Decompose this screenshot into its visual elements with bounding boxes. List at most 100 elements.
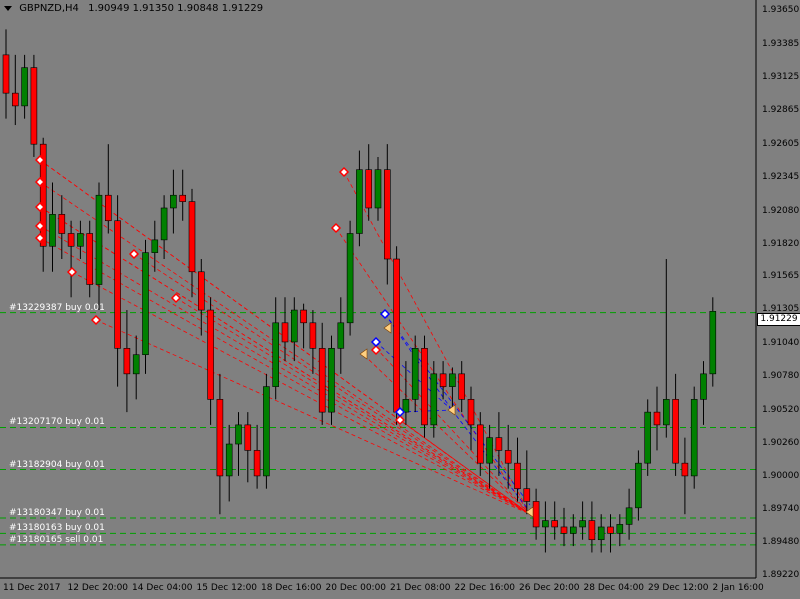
price-tick-label: 1.91040 bbox=[762, 338, 800, 349]
price-tick-label: 1.93125 bbox=[762, 72, 800, 83]
time-tick-label: 15 Dec 12:00 bbox=[196, 583, 258, 593]
trade-arrow-marker bbox=[383, 322, 392, 334]
bear-candle bbox=[281, 322, 289, 343]
price-tick-label: 1.91820 bbox=[762, 238, 800, 249]
price-tick-label: 1.92345 bbox=[762, 171, 800, 182]
time-tick-label: 12 Dec 20:00 bbox=[67, 583, 129, 593]
trade-marker-red bbox=[338, 166, 350, 178]
chart-menu-triangle-icon[interactable] bbox=[4, 5, 12, 11]
price-tick-label: 1.92865 bbox=[762, 105, 800, 116]
bear-candle bbox=[383, 169, 391, 260]
bull-candle bbox=[225, 443, 233, 477]
price-tick-label: 1.93650 bbox=[762, 5, 800, 16]
bull-candle bbox=[569, 526, 577, 534]
price-tick-label: 1.91565 bbox=[762, 271, 800, 282]
bull-candle bbox=[449, 373, 456, 387]
price-chart[interactable] bbox=[0, 0, 800, 599]
bear-candle bbox=[309, 322, 317, 349]
bear-candle bbox=[123, 348, 131, 375]
symbol-timeframe: GBPNZD,H4 bbox=[19, 3, 79, 14]
bear-candle bbox=[300, 309, 307, 324]
bull-candle bbox=[709, 311, 717, 375]
chart-header[interactable]: GBPNZD,H4 1.90949 1.91350 1.90848 1.9122… bbox=[4, 3, 263, 14]
bull-candle bbox=[411, 348, 419, 400]
price-axis[interactable]: 1.93650 1.93385 1.93125 1.92865 1.92605 1.923… bbox=[756, 0, 800, 580]
price-tick-label: 1.89480 bbox=[762, 537, 800, 548]
time-tick-label: 28 Dec 04:00 bbox=[583, 583, 645, 593]
bear-candle bbox=[86, 233, 93, 285]
bull-candle bbox=[374, 169, 382, 209]
bull-candle bbox=[700, 373, 707, 400]
bull-candle bbox=[542, 520, 549, 528]
trade-marker-blue bbox=[379, 308, 391, 320]
bear-candle bbox=[179, 194, 186, 202]
bear-candle bbox=[188, 201, 196, 273]
current-price-label: 1.91229 bbox=[757, 313, 800, 327]
ohlc-values: 1.90949 1.91350 1.90848 1.91229 bbox=[88, 3, 264, 14]
bull-candle bbox=[170, 194, 177, 209]
bear-candle bbox=[523, 488, 531, 502]
time-tick-label: 22 Dec 16:00 bbox=[454, 583, 516, 593]
bear-candle bbox=[207, 309, 214, 400]
price-tick-label: 1.92080 bbox=[762, 205, 800, 216]
price-tick-label: 1.90260 bbox=[762, 437, 800, 448]
bear-candle bbox=[318, 348, 326, 413]
bull-candle bbox=[579, 520, 586, 528]
bear-candle bbox=[67, 233, 75, 247]
bear-candle bbox=[560, 526, 568, 534]
trade-marker-red bbox=[170, 292, 182, 304]
order-label: #13180347 buy 0.01 bbox=[9, 508, 105, 519]
bear-candle bbox=[476, 424, 484, 464]
bear-candle bbox=[114, 220, 121, 349]
bear-candle bbox=[672, 399, 679, 464]
bull-candle bbox=[662, 399, 670, 426]
bear-candle bbox=[514, 462, 521, 489]
bull-candle bbox=[328, 348, 335, 413]
price-tick-label: 1.90780 bbox=[762, 371, 800, 382]
time-tick-label: 14 Dec 04:00 bbox=[132, 583, 193, 593]
bull-candle bbox=[346, 233, 354, 324]
order-label: #13207170 buy 0.01 bbox=[9, 417, 105, 428]
bear-candle bbox=[653, 411, 661, 426]
bear-candle bbox=[607, 526, 614, 534]
bear-candle bbox=[551, 520, 559, 528]
time-tick-label: 18 Dec 16:00 bbox=[261, 583, 322, 593]
bull-candle bbox=[235, 424, 242, 445]
bull-candle bbox=[151, 239, 159, 253]
bear-candle bbox=[198, 271, 205, 311]
bull-candle bbox=[77, 233, 84, 247]
time-tick-label: 21 Dec 08:00 bbox=[390, 583, 451, 593]
bull-candle bbox=[272, 322, 280, 387]
bull-candle bbox=[486, 437, 493, 464]
bull-candle bbox=[160, 207, 168, 241]
bull-candle bbox=[430, 373, 438, 426]
trade-marker-red bbox=[128, 248, 140, 260]
trade-line bbox=[39, 225, 531, 515]
bull-candle bbox=[132, 354, 140, 375]
bear-candle bbox=[12, 92, 19, 107]
price-tick-label: 1.92605 bbox=[762, 138, 800, 149]
order-label: #13180163 buy 0.01 bbox=[9, 523, 105, 534]
bear-candle bbox=[105, 194, 112, 222]
bull-candle bbox=[290, 309, 298, 343]
bear-candle bbox=[504, 450, 512, 464]
bear-candle bbox=[253, 450, 261, 477]
bull-candle bbox=[356, 169, 363, 234]
bear-candle bbox=[2, 54, 10, 94]
time-tick-label: 29 Dec 12:00 bbox=[648, 583, 709, 593]
bear-candle bbox=[421, 348, 428, 426]
order-label: #13182904 buy 0.01 bbox=[9, 459, 105, 470]
price-tick-label: 1.93385 bbox=[762, 39, 800, 50]
trade-marker-red bbox=[330, 222, 342, 234]
bull-candle bbox=[263, 386, 270, 477]
trade-arrow-marker bbox=[359, 348, 368, 360]
bull-candle bbox=[95, 194, 103, 285]
bull-candle bbox=[49, 214, 56, 247]
bear-candle bbox=[458, 373, 466, 400]
bear-candle bbox=[467, 399, 475, 426]
bear-candle bbox=[495, 437, 503, 451]
trade-line bbox=[335, 227, 531, 515]
trade-line bbox=[399, 419, 531, 515]
bull-candle bbox=[337, 322, 345, 349]
chart-window[interactable]: GBPNZD,H4 1.90949 1.91350 1.90848 1.9122… bbox=[0, 0, 800, 599]
